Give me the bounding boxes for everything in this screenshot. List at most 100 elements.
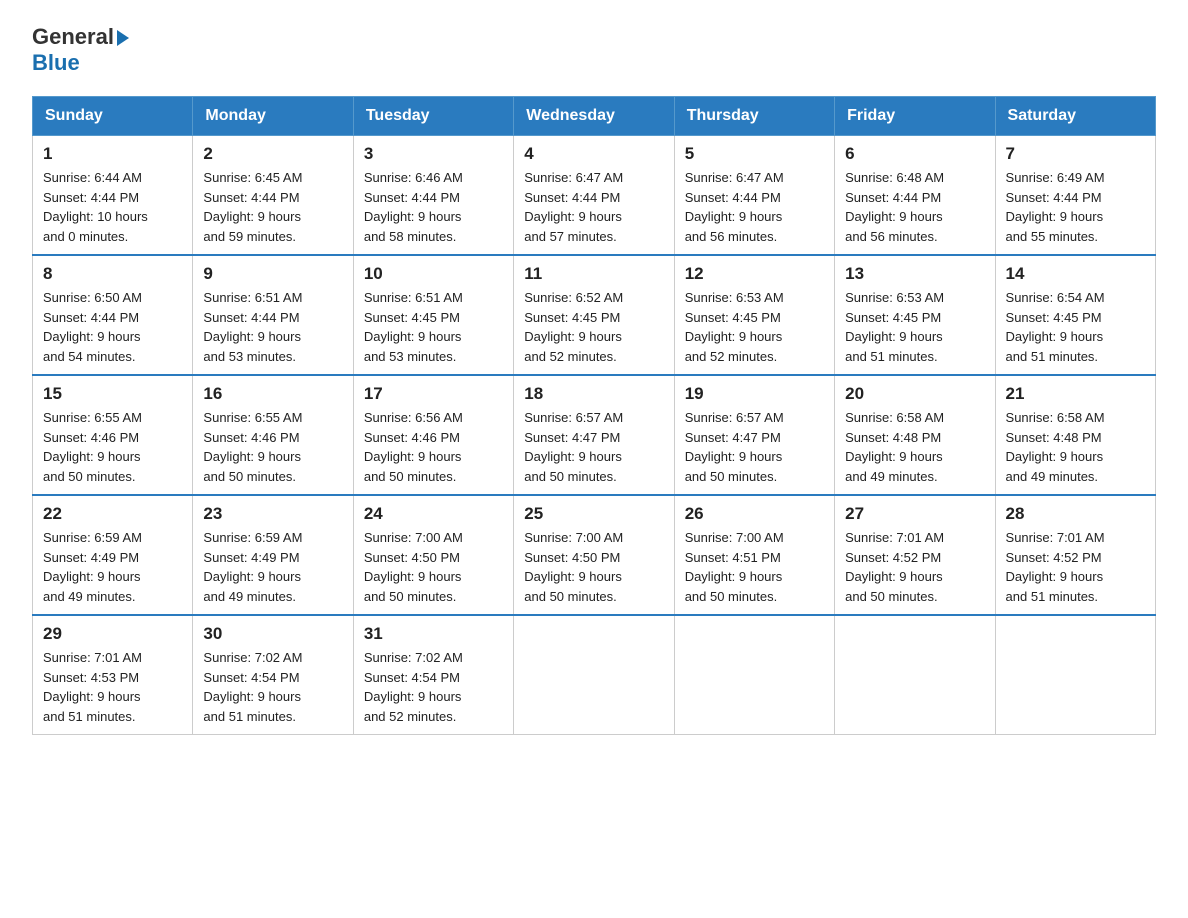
day-info: Sunrise: 6:51 AMSunset: 4:45 PMDaylight:… [364,288,503,366]
day-number: 11 [524,264,663,284]
calendar-cell: 31 Sunrise: 7:02 AMSunset: 4:54 PMDayligh… [353,615,513,735]
day-number: 7 [1006,144,1145,164]
page-header: General Blue [32,24,1156,76]
day-info: Sunrise: 6:58 AMSunset: 4:48 PMDaylight:… [1006,408,1145,486]
day-info: Sunrise: 7:01 AMSunset: 4:52 PMDaylight:… [845,528,984,606]
day-number: 4 [524,144,663,164]
calendar-cell: 20 Sunrise: 6:58 AMSunset: 4:48 PMDayligh… [835,375,995,495]
calendar-header-row: SundayMondayTuesdayWednesdayThursdayFrid… [33,97,1156,136]
calendar-cell: 29 Sunrise: 7:01 AMSunset: 4:53 PMDayligh… [33,615,193,735]
calendar-cell: 26 Sunrise: 7:00 AMSunset: 4:51 PMDayligh… [674,495,834,615]
column-header-wednesday: Wednesday [514,97,674,136]
calendar-cell: 2 Sunrise: 6:45 AMSunset: 4:44 PMDaylight… [193,136,353,256]
day-info: Sunrise: 6:57 AMSunset: 4:47 PMDaylight:… [685,408,824,486]
day-number: 18 [524,384,663,404]
day-info: Sunrise: 7:02 AMSunset: 4:54 PMDaylight:… [364,648,503,726]
day-info: Sunrise: 6:45 AMSunset: 4:44 PMDaylight:… [203,168,342,246]
calendar-table: SundayMondayTuesdayWednesdayThursdayFrid… [32,96,1156,735]
calendar-cell: 30 Sunrise: 7:02 AMSunset: 4:54 PMDayligh… [193,615,353,735]
calendar-cell: 7 Sunrise: 6:49 AMSunset: 4:44 PMDaylight… [995,136,1155,256]
day-number: 22 [43,504,182,524]
day-info: Sunrise: 7:00 AMSunset: 4:50 PMDaylight:… [364,528,503,606]
calendar-cell: 16Sunrise: 6:55 AMSunset: 4:46 PMDayligh… [193,375,353,495]
day-number: 6 [845,144,984,164]
day-number: 25 [524,504,663,524]
day-number: 2 [203,144,342,164]
day-number: 30 [203,624,342,644]
calendar-cell [514,615,674,735]
calendar-cell: 18 Sunrise: 6:57 AMSunset: 4:47 PMDayligh… [514,375,674,495]
day-number: 1 [43,144,182,164]
calendar-cell: 19Sunrise: 6:57 AMSunset: 4:47 PMDayligh… [674,375,834,495]
day-number: 20 [845,384,984,404]
day-info: Sunrise: 6:56 AMSunset: 4:46 PMDaylight:… [364,408,503,486]
calendar-week-row: 22 Sunrise: 6:59 AMSunset: 4:49 PMDayligh… [33,495,1156,615]
logo-general-text: General [32,24,114,50]
calendar-cell: 27 Sunrise: 7:01 AMSunset: 4:52 PMDayligh… [835,495,995,615]
calendar-cell: 11 Sunrise: 6:52 AMSunset: 4:45 PMDayligh… [514,255,674,375]
day-number: 14 [1006,264,1145,284]
calendar-cell: 23Sunrise: 6:59 AMSunset: 4:49 PMDayligh… [193,495,353,615]
column-header-sunday: Sunday [33,97,193,136]
calendar-cell: 3Sunrise: 6:46 AMSunset: 4:44 PMDaylight… [353,136,513,256]
day-info: Sunrise: 6:57 AMSunset: 4:47 PMDaylight:… [524,408,663,486]
calendar-cell: 25 Sunrise: 7:00 AMSunset: 4:50 PMDayligh… [514,495,674,615]
calendar-cell: 17 Sunrise: 6:56 AMSunset: 4:46 PMDayligh… [353,375,513,495]
calendar-cell: 21 Sunrise: 6:58 AMSunset: 4:48 PMDayligh… [995,375,1155,495]
logo-blue-text: Blue [32,50,129,76]
day-number: 12 [685,264,824,284]
day-number: 24 [364,504,503,524]
day-info: Sunrise: 6:44 AMSunset: 4:44 PMDaylight:… [43,168,182,246]
logo: General Blue [32,24,129,76]
day-number: 29 [43,624,182,644]
calendar-cell: 1 Sunrise: 6:44 AMSunset: 4:44 PMDaylight… [33,136,193,256]
day-number: 28 [1006,504,1145,524]
day-info: Sunrise: 6:53 AMSunset: 4:45 PMDaylight:… [685,288,824,366]
calendar-cell: 12 Sunrise: 6:53 AMSunset: 4:45 PMDayligh… [674,255,834,375]
day-info: Sunrise: 6:49 AMSunset: 4:44 PMDaylight:… [1006,168,1145,246]
column-header-friday: Friday [835,97,995,136]
calendar-week-row: 1 Sunrise: 6:44 AMSunset: 4:44 PMDaylight… [33,136,1156,256]
day-info: Sunrise: 7:00 AMSunset: 4:50 PMDaylight:… [524,528,663,606]
day-info: Sunrise: 6:48 AMSunset: 4:44 PMDaylight:… [845,168,984,246]
day-number: 31 [364,624,503,644]
day-info: Sunrise: 6:55 AMSunset: 4:46 PMDaylight:… [203,408,342,486]
day-info: Sunrise: 6:55 AMSunset: 4:46 PMDaylight:… [43,408,182,486]
calendar-cell: 14 Sunrise: 6:54 AMSunset: 4:45 PMDayligh… [995,255,1155,375]
day-number: 21 [1006,384,1145,404]
day-number: 13 [845,264,984,284]
column-header-tuesday: Tuesday [353,97,513,136]
calendar-cell: 4 Sunrise: 6:47 AMSunset: 4:44 PMDaylight… [514,136,674,256]
day-number: 27 [845,504,984,524]
column-header-thursday: Thursday [674,97,834,136]
day-info: Sunrise: 6:59 AMSunset: 4:49 PMDaylight:… [203,528,342,606]
calendar-cell [835,615,995,735]
calendar-week-row: 15 Sunrise: 6:55 AMSunset: 4:46 PMDayligh… [33,375,1156,495]
calendar-cell: 10 Sunrise: 6:51 AMSunset: 4:45 PMDayligh… [353,255,513,375]
calendar-week-row: 29 Sunrise: 7:01 AMSunset: 4:53 PMDayligh… [33,615,1156,735]
day-info: Sunrise: 7:01 AMSunset: 4:53 PMDaylight:… [43,648,182,726]
day-number: 5 [685,144,824,164]
day-number: 8 [43,264,182,284]
day-info: Sunrise: 6:54 AMSunset: 4:45 PMDaylight:… [1006,288,1145,366]
day-info: Sunrise: 6:51 AMSunset: 4:44 PMDaylight:… [203,288,342,366]
day-info: Sunrise: 6:58 AMSunset: 4:48 PMDaylight:… [845,408,984,486]
day-info: Sunrise: 6:52 AMSunset: 4:45 PMDaylight:… [524,288,663,366]
calendar-cell [995,615,1155,735]
day-info: Sunrise: 6:53 AMSunset: 4:45 PMDaylight:… [845,288,984,366]
calendar-cell: 6 Sunrise: 6:48 AMSunset: 4:44 PMDaylight… [835,136,995,256]
day-info: Sunrise: 6:46 AMSunset: 4:44 PMDaylight:… [364,168,503,246]
day-info: Sunrise: 6:59 AMSunset: 4:49 PMDaylight:… [43,528,182,606]
day-number: 15 [43,384,182,404]
calendar-cell: 5Sunrise: 6:47 AMSunset: 4:44 PMDaylight… [674,136,834,256]
day-number: 26 [685,504,824,524]
day-info: Sunrise: 6:47 AMSunset: 4:44 PMDaylight:… [524,168,663,246]
calendar-cell: 9Sunrise: 6:51 AMSunset: 4:44 PMDaylight… [193,255,353,375]
day-info: Sunrise: 7:00 AMSunset: 4:51 PMDaylight:… [685,528,824,606]
day-number: 17 [364,384,503,404]
calendar-cell: 15 Sunrise: 6:55 AMSunset: 4:46 PMDayligh… [33,375,193,495]
day-info: Sunrise: 6:50 AMSunset: 4:44 PMDaylight:… [43,288,182,366]
day-number: 10 [364,264,503,284]
day-info: Sunrise: 7:02 AMSunset: 4:54 PMDaylight:… [203,648,342,726]
calendar-cell [674,615,834,735]
